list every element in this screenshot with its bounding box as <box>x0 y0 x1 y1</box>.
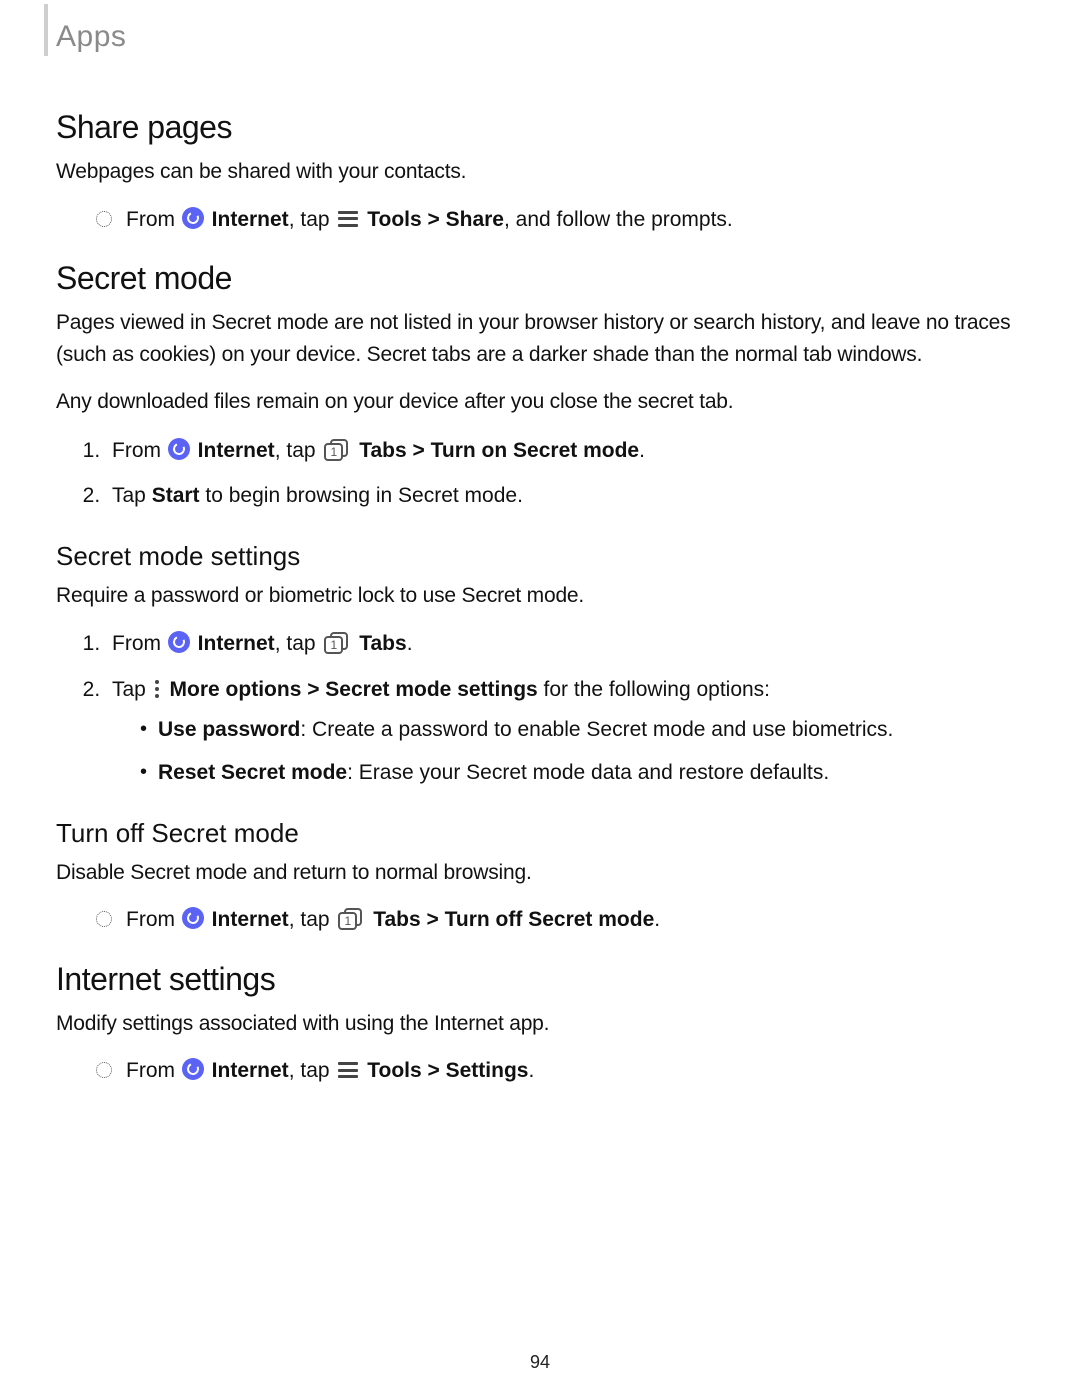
internet-app-icon <box>168 631 190 653</box>
turn-off-step: From Internet, tap 1 Tabs > Turn off Sec… <box>104 904 1024 937</box>
tabs-icon: 1 <box>324 632 350 654</box>
internet-settings-step: From Internet, tap Tools > Settings. <box>104 1055 1024 1088</box>
secret-settings-step1: From Internet, tap 1 Tabs. <box>106 627 1024 661</box>
secret-settings-intro: Require a password or biometric lock to … <box>56 580 1024 612</box>
tabs-icon: 1 <box>338 908 364 930</box>
heading-turn-off: Turn off Secret mode <box>56 818 1024 849</box>
secret-mode-step2: Tap Start to begin browsing in Secret mo… <box>106 479 1024 513</box>
header-rule <box>44 4 48 56</box>
secret-mode-p1: Pages viewed in Secret mode are not list… <box>56 307 1024 370</box>
internet-app-icon <box>182 907 204 929</box>
heading-internet-settings: Internet settings <box>56 961 1024 998</box>
share-pages-intro: Webpages can be shared with your contact… <box>56 156 1024 188</box>
internet-settings-intro: Modify settings associated with using th… <box>56 1008 1024 1040</box>
internet-app-icon <box>182 1058 204 1080</box>
internet-app-icon <box>182 207 204 229</box>
option-use-password: Use password: Create a password to enabl… <box>140 714 1024 747</box>
heading-secret-settings: Secret mode settings <box>56 541 1024 572</box>
more-options-icon <box>154 680 160 698</box>
share-pages-step: From Internet, tap Tools > Share, and fo… <box>104 204 1024 237</box>
internet-app-icon <box>168 438 190 460</box>
secret-settings-step2: Tap More options > Secret mode settings … <box>106 673 1024 790</box>
menu-icon <box>338 1062 358 1078</box>
tabs-icon: 1 <box>324 439 350 461</box>
heading-secret-mode: Secret mode <box>56 260 1024 297</box>
heading-share-pages: Share pages <box>56 109 1024 146</box>
option-reset-secret: Reset Secret mode: Erase your Secret mod… <box>140 757 1024 790</box>
menu-icon <box>338 211 358 227</box>
secret-mode-step1: From Internet, tap 1 Tabs > Turn on Secr… <box>106 434 1024 468</box>
breadcrumb: Apps <box>56 20 1024 54</box>
secret-mode-p2: Any downloaded files remain on your devi… <box>56 386 1024 418</box>
turn-off-intro: Disable Secret mode and return to normal… <box>56 857 1024 889</box>
manual-page: Apps Share pages Webpages can be shared … <box>0 0 1080 1397</box>
page-number: 94 <box>0 1352 1080 1373</box>
